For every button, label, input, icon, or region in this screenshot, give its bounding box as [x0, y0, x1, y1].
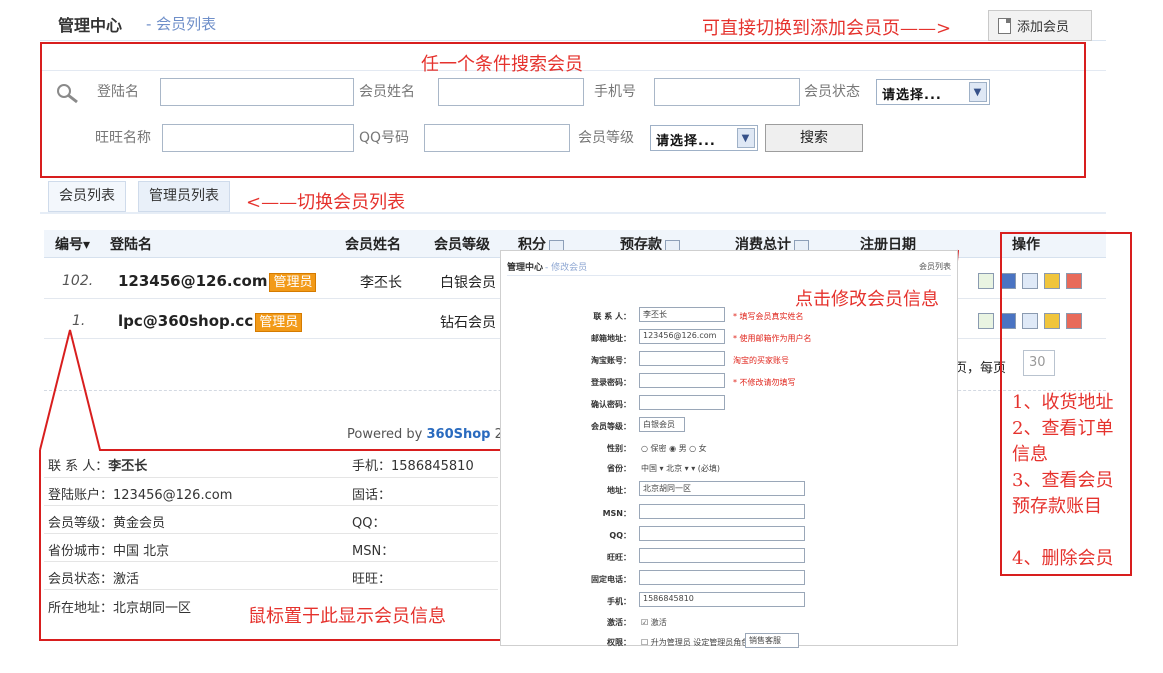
popup-divider: [507, 275, 951, 276]
form-pwd-note: * 不修改请勿填写: [733, 378, 796, 387]
form-email-input[interactable]: 123456@126.com: [639, 329, 725, 344]
form-email-note: * 使用邮箱作为用户名: [733, 334, 812, 343]
form-pwd-input[interactable]: [639, 373, 725, 388]
form-level-select[interactable]: 白银会员: [639, 417, 685, 432]
form-contact-label: 联 系 人：: [593, 312, 631, 321]
form-pwd2-label: 确认密码：: [591, 400, 631, 409]
form-level-label: 会员等级：: [591, 422, 631, 431]
form-contact-note: * 填写会员真实姓名: [733, 312, 804, 321]
form-taobao-note: 淘宝的买家账号: [733, 356, 789, 365]
form-qq-label: QQ：: [609, 531, 631, 540]
form-gender-radios[interactable]: ○ 保密 ◉ 男 ○ 女: [641, 443, 707, 454]
form-gender-label: 性别：: [607, 444, 631, 453]
form-mobile-label: 手机：: [607, 597, 631, 606]
form-perm-label: 权限：: [607, 638, 631, 647]
form-mobile-input[interactable]: 1586845810: [639, 592, 805, 607]
form-taobao-input[interactable]: [639, 351, 725, 366]
form-phone-input[interactable]: [639, 570, 805, 585]
form-addr-label: 地址：: [607, 486, 631, 495]
form-pwd-label: 登录密码：: [591, 378, 631, 387]
popup-title: 管理中心: [507, 263, 544, 273]
form-addr-input[interactable]: 北京胡同一区: [639, 481, 805, 496]
popup-subtitle: - 修改会员: [545, 263, 588, 273]
annotation-edit: 点击修改会员信息: [795, 289, 939, 310]
form-contact-input[interactable]: 李丕长: [639, 307, 725, 322]
form-qq-input[interactable]: [639, 526, 805, 541]
form-phone-label: 固定电话：: [591, 575, 631, 584]
form-pwd2-input[interactable]: [639, 395, 725, 410]
form-active-checkbox[interactable]: ☑ 激活: [641, 617, 667, 628]
form-province-label: 省份：: [607, 464, 631, 473]
form-msn-label: MSN：: [602, 509, 631, 518]
form-ww-label: 旺旺：: [607, 553, 631, 562]
form-msn-input[interactable]: [639, 504, 805, 519]
edit-member-popup: 管理中心 - 修改会员 会员列表 联 系 人： 李丕长 * 填写会员真实姓名 邮…: [500, 250, 958, 648]
form-province-selects[interactable]: 中国 ▾ 北京 ▾ ▾ (必填): [641, 463, 720, 474]
form-taobao-label: 淘宝账号：: [591, 356, 631, 365]
popup-member-list-link[interactable]: 会员列表: [919, 261, 951, 272]
form-role-select[interactable]: 销售客服: [745, 633, 799, 648]
form-email-label: 邮箱地址：: [591, 334, 631, 343]
form-active-label: 激活：: [607, 618, 631, 627]
form-perm-checkbox[interactable]: ☐ 升为管理员 设定管理员角色: [641, 637, 749, 648]
form-ww-input[interactable]: [639, 548, 805, 563]
